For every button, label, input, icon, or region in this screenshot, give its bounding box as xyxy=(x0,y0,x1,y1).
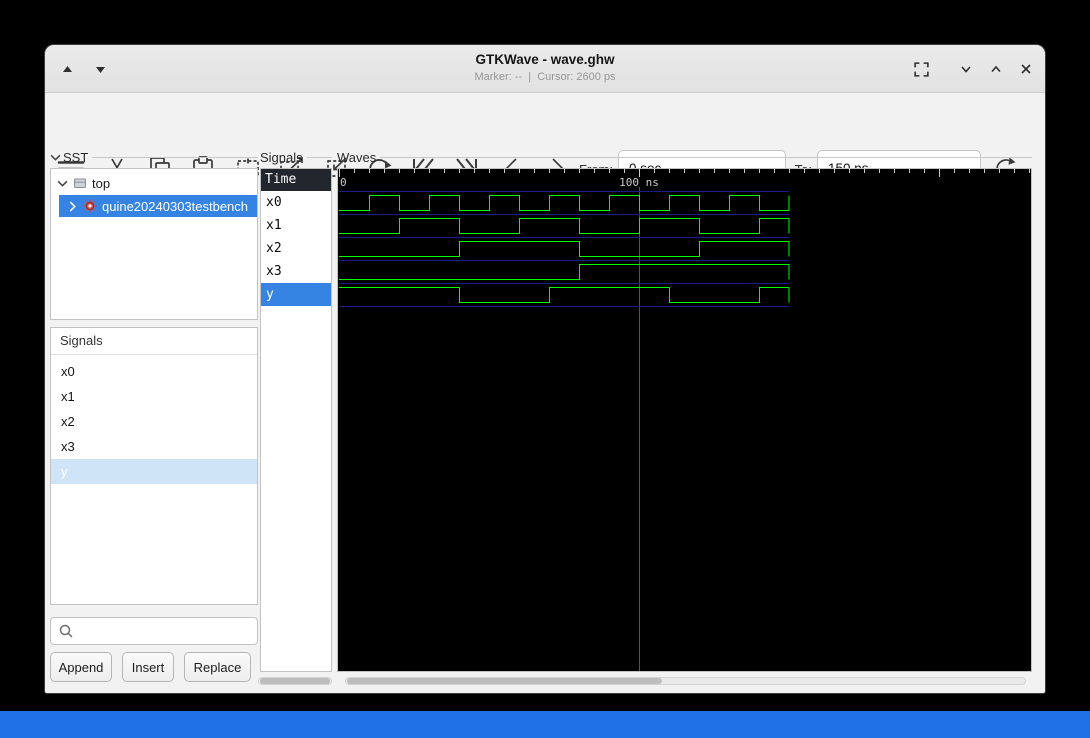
signal-search xyxy=(50,617,258,645)
titlebar: GTKWave - wave.ghw Marker: -- | Cursor: … xyxy=(45,45,1045,93)
wave-row-label-x3[interactable]: x3 xyxy=(261,260,331,283)
window-title: GTKWave - wave.ghw xyxy=(475,52,615,67)
sst-frame-header: SST xyxy=(50,149,258,165)
maximize-icon[interactable] xyxy=(982,55,1010,83)
signals-source-panel: Signals x0 x1 x2 x3 y xyxy=(50,327,258,605)
hierarchy-stack-icon xyxy=(73,176,87,190)
sst-tree: top quine20240303testbench xyxy=(50,168,258,320)
wave-row-label-y[interactable]: y xyxy=(261,283,331,306)
wave-row-label-x2[interactable]: x2 xyxy=(261,237,331,260)
taskbar xyxy=(0,711,1090,738)
waves-frame-header: Waves xyxy=(337,149,1032,165)
wave-canvas[interactable]: 0 100 ns xyxy=(338,169,1031,671)
expander-right-icon[interactable] xyxy=(67,201,78,212)
signal-item-y[interactable]: y xyxy=(51,459,257,484)
wave-row-label-x1[interactable]: x1 xyxy=(261,214,331,237)
waves-hscrollbar[interactable] xyxy=(345,677,1026,685)
wave-panel: 0 100 ns xyxy=(337,168,1032,672)
wave-signal-names: Time x0 x1 x2 x3 y xyxy=(260,168,332,672)
tree-item-testbench[interactable]: quine20240303testbench xyxy=(59,195,257,217)
fit-window-icon[interactable] xyxy=(907,55,935,83)
gtkwave-window: GTKWave - wave.ghw Marker: -- | Cursor: … xyxy=(45,45,1045,693)
desktop: GTKWave - wave.ghw Marker: -- | Cursor: … xyxy=(0,0,1090,738)
close-icon[interactable] xyxy=(1012,55,1040,83)
names-hscrollbar-thumb[interactable] xyxy=(260,678,330,684)
tree-item-top[interactable]: top xyxy=(51,171,257,195)
signal-item-x2[interactable]: x2 xyxy=(51,409,257,434)
signal-item-x0[interactable]: x0 xyxy=(51,359,257,384)
signal-item-x1[interactable]: x1 xyxy=(51,384,257,409)
signals-panel-header: Signals xyxy=(51,328,257,355)
sst-label: SST xyxy=(63,149,89,165)
waves-label: Waves xyxy=(337,149,377,165)
insert-button[interactable]: Insert xyxy=(122,652,174,682)
svg-text:0: 0 xyxy=(340,176,347,189)
tree-item-label: quine20240303testbench xyxy=(102,198,249,214)
search-input[interactable] xyxy=(79,618,257,644)
replace-button[interactable]: Replace xyxy=(184,652,251,682)
tree-item-label: top xyxy=(92,175,111,191)
minimize-icon[interactable] xyxy=(952,55,980,83)
search-icon xyxy=(59,624,73,638)
marker-cursor-status: Marker: -- | Cursor: 2600 ps xyxy=(474,71,616,83)
wave-signals-label: Signals xyxy=(260,149,303,165)
names-hscrollbar[interactable] xyxy=(258,677,332,685)
append-button[interactable]: Append xyxy=(50,652,112,682)
toolbar: From: To: xyxy=(45,93,1045,187)
wave-row-label-x0[interactable]: x0 xyxy=(261,191,331,214)
expander-down-icon[interactable] xyxy=(57,178,68,189)
sst-collapse-icon[interactable] xyxy=(50,152,61,163)
signal-item-x3[interactable]: x3 xyxy=(51,434,257,459)
waves-hscrollbar-thumb[interactable] xyxy=(347,678,662,684)
time-header[interactable]: Time xyxy=(261,169,331,191)
module-gear-icon xyxy=(83,199,97,213)
wave-signals-frame-header: Signals xyxy=(260,149,332,165)
